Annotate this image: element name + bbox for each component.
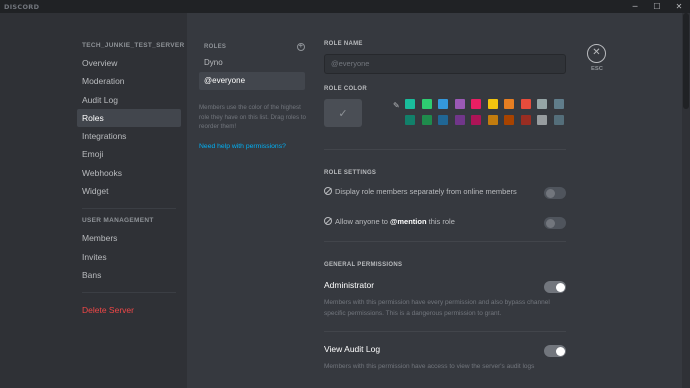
- setting-mention-row: Allow anyone to @mention this role: [324, 216, 566, 229]
- title-bar: DISCORD ─ ☐ ✕: [0, 0, 690, 13]
- color-swatch[interactable]: [471, 115, 481, 125]
- color-swatch[interactable]: [553, 115, 564, 125]
- check-icon: ✓: [338, 107, 348, 120]
- audit-toggle[interactable]: [544, 345, 566, 357]
- setting-hoist-label: Display role members separately from onl…: [335, 187, 517, 196]
- permissions-help-link[interactable]: Need help with permissions?: [199, 143, 305, 150]
- roles-help-text: Members use the color of the highest rol…: [199, 104, 306, 130]
- admin-toggle[interactable]: [544, 281, 566, 293]
- nav-item-audit-log[interactable]: Audit Log: [77, 91, 181, 109]
- color-swatch[interactable]: [471, 99, 481, 109]
- color-swatch[interactable]: [520, 99, 531, 109]
- role-color-label: ROLE COLOR: [324, 86, 367, 92]
- setting-mention-prefix: Allow anyone to: [335, 217, 391, 226]
- roles-header-label: ROLES: [204, 44, 227, 50]
- nav-item-roles[interactable]: Roles: [77, 108, 181, 128]
- slash-circle-icon: [324, 217, 332, 225]
- color-swatch[interactable]: [438, 115, 448, 125]
- nav-item-emoji[interactable]: Emoji: [77, 145, 181, 163]
- color-swatch[interactable]: [504, 99, 514, 109]
- admin-permission-title: Administrator: [324, 280, 375, 290]
- color-swatch[interactable]: [487, 99, 498, 109]
- scrollbar-thumb[interactable]: [683, 13, 689, 109]
- default-color-swatch[interactable]: ✓: [324, 99, 362, 127]
- sidebar-divider: [82, 292, 176, 294]
- role-item-everyone[interactable]: @everyone: [199, 72, 305, 90]
- close-window-icon[interactable]: ✕: [668, 0, 690, 13]
- plus-circle-icon[interactable]: +: [297, 43, 305, 51]
- nav-item-moderation[interactable]: Moderation: [77, 72, 181, 90]
- maximize-icon[interactable]: ☐: [646, 0, 668, 13]
- color-swatch[interactable]: [487, 115, 498, 125]
- audit-permission-desc: Members with this permission have access…: [324, 363, 535, 370]
- main-content: ROLES + Dyno @everyone Members use the c…: [187, 13, 690, 388]
- role-name-label: ROLE NAME: [324, 41, 363, 47]
- role-settings-panel: ROLE NAME @everyone ROLE COLOR ✓ ✎ ROLE …: [324, 41, 566, 373]
- color-picker: ✓ ✎: [324, 99, 566, 127]
- color-swatches: [405, 99, 564, 125]
- sidebar-divider: [82, 208, 176, 210]
- delete-server-button[interactable]: Delete Server: [77, 301, 181, 319]
- window-controls: ─ ☐ ✕: [624, 0, 690, 13]
- section-divider: [324, 241, 566, 242]
- color-swatch[interactable]: [421, 115, 432, 125]
- nav-item-invites[interactable]: Invites: [77, 248, 181, 266]
- settings-sidebar: TECH_JUNKIE_TEST_SERVER Overview Moderat…: [0, 13, 187, 388]
- nav-item-members[interactable]: Members: [77, 229, 181, 247]
- setting-mention-suffix: this role: [426, 217, 455, 226]
- color-swatch[interactable]: [438, 99, 448, 109]
- minimize-icon[interactable]: ─: [624, 0, 646, 13]
- close-icon[interactable]: ✕: [587, 44, 606, 63]
- nav-item-bans[interactable]: Bans: [77, 266, 181, 284]
- admin-permission-desc: Members with this permission have every …: [324, 299, 550, 317]
- user-management-header: USER MANAGEMENT: [82, 217, 154, 225]
- mention-toggle[interactable]: [544, 217, 566, 229]
- esc-label: ESC: [591, 66, 603, 72]
- setting-mention-bold: @mention: [390, 217, 427, 226]
- color-swatch[interactable]: [454, 99, 465, 109]
- nav-item-webhooks[interactable]: Webhooks: [77, 164, 181, 182]
- role-name-input[interactable]: @everyone: [324, 54, 566, 74]
- color-swatch[interactable]: [454, 115, 465, 125]
- role-settings-header: ROLE SETTINGS: [324, 170, 377, 176]
- setting-hoist-row: Display role members separately from onl…: [324, 186, 566, 199]
- section-divider: [324, 331, 566, 332]
- color-swatch[interactable]: [405, 115, 415, 125]
- color-swatch[interactable]: [537, 99, 547, 109]
- settings-nav: TECH_JUNKIE_TEST_SERVER Overview Moderat…: [77, 42, 185, 320]
- nav-item-integrations[interactable]: Integrations: [77, 127, 181, 145]
- general-permissions-header: GENERAL PERMISSIONS: [324, 262, 403, 268]
- audit-permission-title: View Audit Log: [324, 344, 381, 354]
- setting-mention-text: Allow anyone to @mention this role: [324, 216, 529, 229]
- section-divider: [324, 149, 566, 150]
- roles-column: ROLES + Dyno @everyone Members use the c…: [199, 41, 306, 150]
- color-swatch[interactable]: [504, 115, 514, 125]
- color-swatch[interactable]: [405, 99, 415, 109]
- role-item-dyno[interactable]: Dyno: [199, 54, 305, 72]
- roles-header: ROLES +: [199, 41, 305, 53]
- slash-circle-icon: [324, 187, 332, 195]
- nav-item-overview[interactable]: Overview: [77, 54, 181, 72]
- admin-permission-row: Administrator: [324, 280, 566, 293]
- color-swatch[interactable]: [537, 115, 547, 125]
- audit-permission-row: View Audit Log: [324, 344, 566, 357]
- hoist-toggle[interactable]: [544, 187, 566, 199]
- esc-close: ✕ ESC: [587, 44, 607, 72]
- app-brand: DISCORD: [4, 2, 40, 11]
- nav-item-widget[interactable]: Widget: [77, 182, 181, 200]
- setting-hoist-text: Display role members separately from onl…: [324, 186, 529, 199]
- eyedropper-icon[interactable]: ✎: [393, 101, 402, 110]
- server-name-header: TECH_JUNKIE_TEST_SERVER: [82, 42, 185, 49]
- color-swatch[interactable]: [421, 99, 432, 109]
- color-swatch[interactable]: [553, 99, 564, 109]
- color-swatch[interactable]: [520, 115, 531, 125]
